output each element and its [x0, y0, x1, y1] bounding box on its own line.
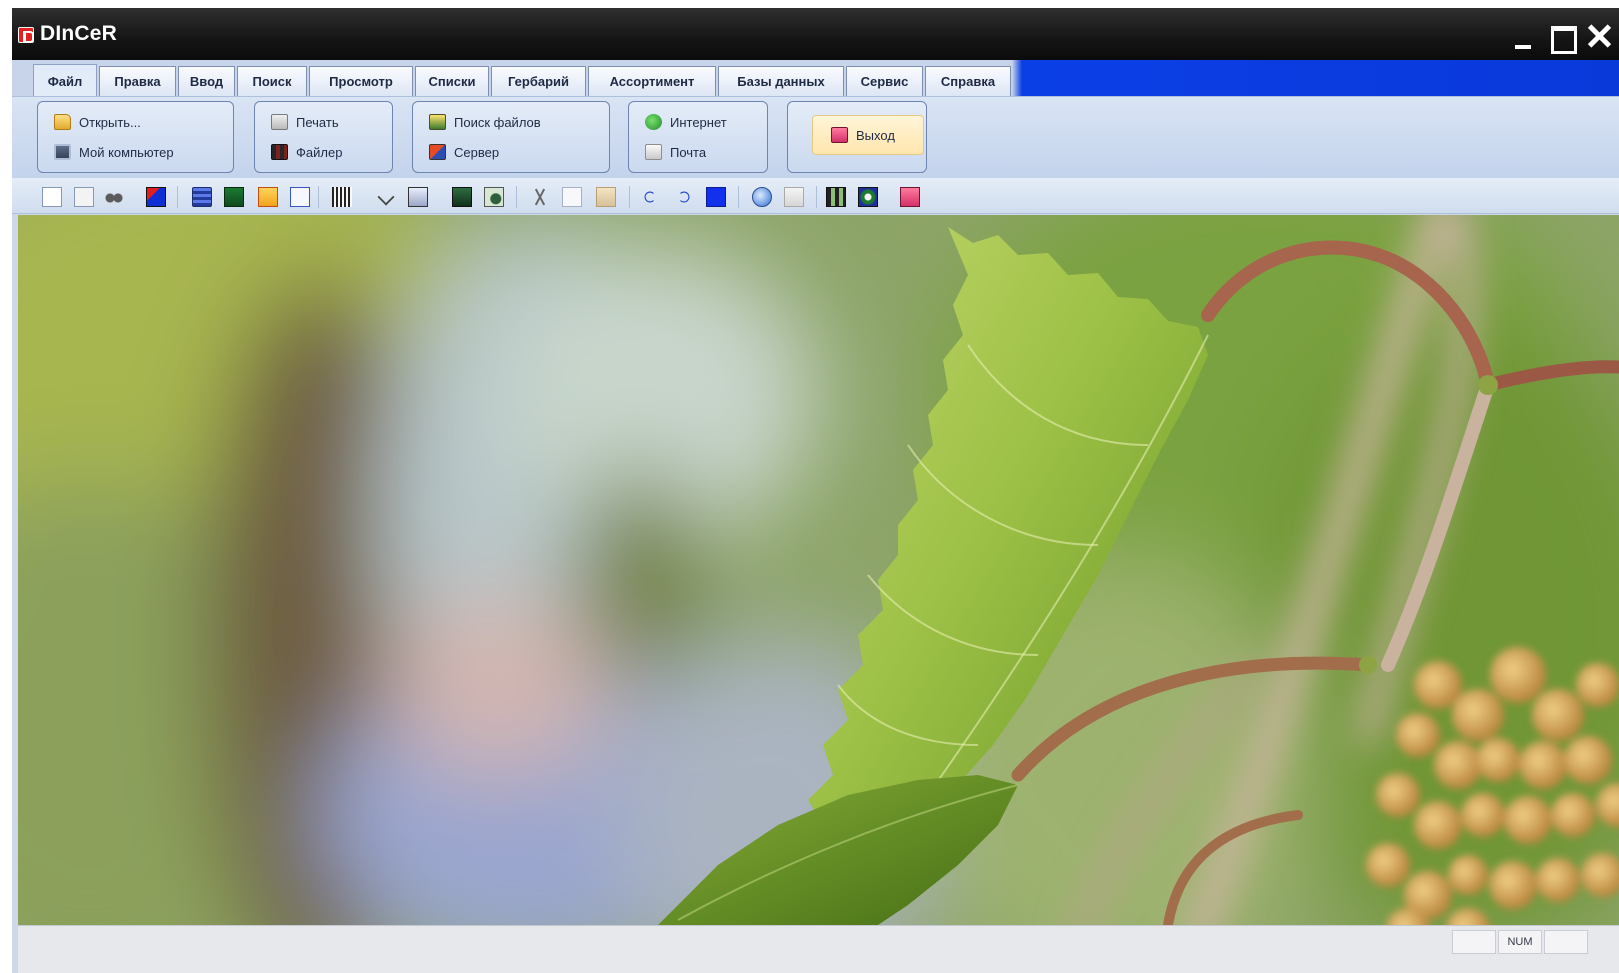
toolbar-separator: [318, 186, 319, 208]
form-icon[interactable]: [146, 187, 166, 207]
server-button[interactable]: Сервер: [429, 139, 499, 165]
toolbar-separator: [516, 186, 517, 208]
redo-icon[interactable]: [678, 191, 690, 203]
exit-icon: [831, 127, 848, 143]
status-pane-scroll: [1544, 930, 1588, 954]
internet-button[interactable]: Интернет: [645, 109, 727, 135]
cut-icon[interactable]: [530, 187, 550, 207]
status-pane-empty: [1452, 930, 1496, 954]
toolbar-separator: [738, 186, 739, 208]
tab-herbarium[interactable]: Гербарий: [491, 66, 586, 96]
ribbon-tab-bar: Файл Правка Ввод Поиск Просмотр Списки Г…: [12, 60, 1619, 97]
report-icon[interactable]: [408, 187, 428, 207]
content-area: [18, 215, 1619, 925]
copy-icon[interactable]: [562, 187, 582, 207]
computer-icon: [54, 144, 71, 160]
target-icon[interactable]: [858, 187, 878, 207]
table-icon[interactable]: [224, 187, 244, 207]
print-button-label: Печать: [296, 114, 339, 130]
tab-edit[interactable]: Правка: [99, 66, 176, 96]
exit-button[interactable]: Выход: [812, 115, 924, 155]
open-button-label: Открыть...: [79, 114, 141, 130]
maximize-button[interactable]: [1543, 20, 1581, 54]
window-controls: [1505, 20, 1619, 54]
toolbar-separator: [816, 186, 817, 208]
new-document-icon[interactable]: [42, 187, 62, 207]
close-button[interactable]: [1581, 20, 1619, 52]
ribbon-panel: Открыть... Мой компьютер Печать Файлер П…: [12, 96, 1619, 178]
filer-button-label: Файлер: [296, 144, 343, 160]
filer-icon: [271, 144, 288, 160]
my-computer-button[interactable]: Мой компьютер: [54, 139, 174, 165]
mail-icon[interactable]: [784, 187, 804, 207]
barcode-icon[interactable]: [332, 187, 352, 207]
open-document-icon[interactable]: [74, 187, 94, 207]
app-logo-icon: [18, 27, 34, 43]
folder-open-icon: [54, 114, 71, 130]
list-icon[interactable]: [192, 187, 212, 207]
exit-button-label: Выход: [856, 127, 895, 143]
tab-search[interactable]: Поиск: [237, 66, 307, 96]
ribbon-group-print: Печать Файлер: [254, 101, 393, 173]
preview-icon[interactable]: [484, 187, 504, 207]
printer-icon: [271, 114, 288, 130]
my-computer-button-label: Мой компьютер: [79, 144, 174, 160]
window-title: DInCeR: [40, 22, 118, 45]
mail-button[interactable]: Почта: [645, 139, 706, 165]
note-icon[interactable]: [258, 187, 278, 207]
minimize-button[interactable]: [1505, 20, 1543, 52]
status-bar: NUM: [18, 925, 1619, 973]
server-button-label: Сервер: [454, 144, 500, 160]
internet-icon: [645, 114, 662, 130]
tab-service[interactable]: Сервис: [846, 66, 923, 96]
undo-icon[interactable]: [644, 191, 656, 203]
tab-assortment[interactable]: Ассортимент: [588, 66, 716, 96]
open-button[interactable]: Открыть...: [54, 109, 141, 135]
toolbar-separator: [629, 186, 630, 208]
tab-help[interactable]: Справка: [925, 66, 1011, 96]
filer-button[interactable]: Файлер: [271, 139, 342, 165]
exit-icon[interactable]: [900, 187, 920, 207]
mail-button-label: Почта: [670, 144, 707, 160]
ribbon-group-net: Интернет Почта: [628, 101, 768, 173]
tab-input[interactable]: Ввод: [178, 66, 235, 96]
tab-lists[interactable]: Списки: [415, 66, 489, 96]
window-icon[interactable]: [452, 187, 472, 207]
background-photo: [18, 215, 1619, 925]
search-files-icon: [429, 114, 446, 130]
ribbon-group-search: Поиск файлов Сервер: [412, 101, 610, 173]
app-window: DInCeR Файл Правка Ввод Поиск Просмотр С…: [12, 8, 1619, 973]
print-button[interactable]: Печать: [271, 109, 339, 135]
search-files-button[interactable]: Поиск файлов: [429, 109, 541, 135]
num-lock-indicator: NUM: [1498, 930, 1542, 954]
title-bar[interactable]: DInCeR: [12, 8, 1619, 60]
text-icon[interactable]: [290, 187, 310, 207]
grid-icon[interactable]: [826, 187, 846, 207]
tab-view[interactable]: Просмотр: [309, 66, 413, 96]
mail-icon: [645, 144, 662, 160]
search-files-button-label: Поиск файлов: [454, 114, 541, 130]
web-icon[interactable]: [752, 187, 772, 207]
toolbar-separator: [177, 186, 178, 208]
tab-file[interactable]: Файл: [33, 64, 97, 97]
check-icon[interactable]: [377, 188, 395, 206]
tab-databases[interactable]: Базы данных: [718, 66, 844, 96]
paste-icon[interactable]: [596, 187, 616, 207]
quick-toolbar: [12, 178, 1619, 214]
color-icon[interactable]: [706, 187, 726, 207]
server-icon: [429, 144, 446, 160]
internet-button-label: Интернет: [670, 114, 727, 130]
ribbon-group-open: Открыть... Мой компьютер: [37, 101, 234, 173]
find-icon[interactable]: [104, 187, 124, 207]
